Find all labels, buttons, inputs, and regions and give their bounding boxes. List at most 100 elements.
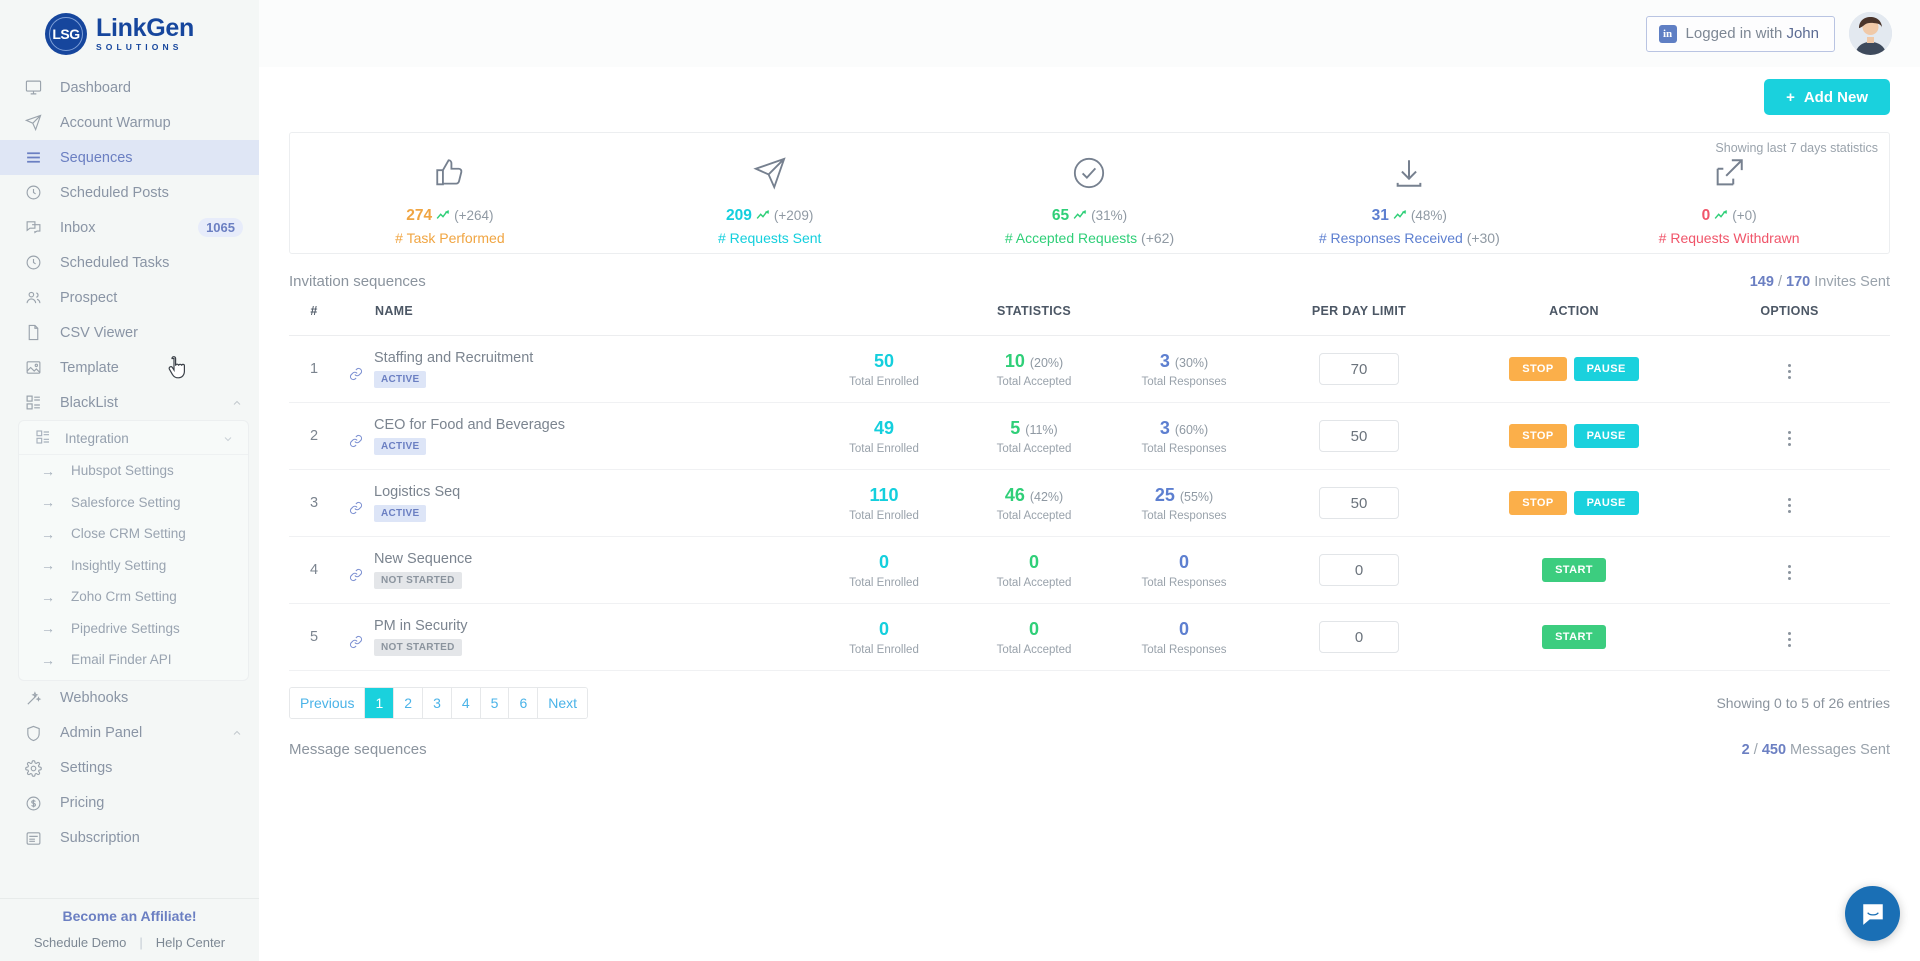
row-limit-cell [1259,335,1459,403]
row-options-menu-icon[interactable] [1783,560,1796,585]
sequence-name[interactable]: Logistics Seq [374,484,460,500]
become-affiliate-link[interactable]: Become an Affiliate! [0,908,259,924]
clock-icon [22,184,44,201]
sidebar-item-account-warmup[interactable]: Account Warmup [0,105,259,140]
sidebar-item-label: Scheduled Tasks [60,254,170,271]
sidebar-item-webhooks[interactable]: Webhooks [0,681,259,716]
sidebar-item-label: Sequences [60,149,133,166]
submenu-item-label: Hubspot Settings [71,463,174,479]
stat-mini: 0 Total Responses [1139,619,1229,656]
pagination-page-2-button[interactable]: 2 [394,688,424,718]
submenu-item-integration[interactable]: Integration [19,423,248,455]
sidebar-item-prospect[interactable]: Prospect [0,280,259,315]
pause-button[interactable]: PAUSE [1573,357,1639,381]
per-day-limit-input[interactable] [1319,353,1399,385]
brand-logo[interactable]: LSG LinkGen SOLUTIONS [0,0,259,67]
link-icon[interactable] [349,367,363,386]
sidebar-item-subscription[interactable]: Subscription [0,821,259,856]
row-options-menu-icon[interactable] [1783,627,1796,652]
sequence-name[interactable]: CEO for Food and Beverages [374,417,565,433]
row-options-menu-icon[interactable] [1783,493,1796,518]
avatar[interactable] [1849,12,1892,55]
link-icon[interactable] [349,568,363,587]
per-day-limit-input[interactable] [1319,554,1399,586]
stat-label: # Accepted Requests [1004,229,1138,246]
submenu-item-close-crm-setting[interactable]: → Close CRM Setting [19,518,248,550]
stat-mini-label: Total Accepted [996,643,1072,656]
logged-in-pill[interactable]: in Logged in with John [1645,15,1835,52]
sidebar-item-scheduled-tasks[interactable]: Scheduled Tasks [0,245,259,280]
per-day-limit-input[interactable] [1319,621,1399,653]
start-button[interactable]: START [1542,558,1606,582]
stat-mini: 25 (55%) Total Responses [1139,485,1229,522]
stat-mini-label: Total Accepted [996,509,1072,522]
submenu-item-email-finder-api[interactable]: → Email Finder API [19,644,248,676]
per-day-limit-input[interactable] [1319,420,1399,452]
sidebar-item-blacklist[interactable]: BlackList [0,385,259,420]
stop-button[interactable]: STOP [1509,491,1567,515]
trend-up-icon [756,209,770,223]
sidebar-item-inbox[interactable]: Inbox 1065 [0,210,259,245]
schedule-demo-link[interactable]: Schedule Demo [34,935,127,950]
row-name-cell: CEO for Food and Beverages ACTIVE [339,402,809,470]
sidebar-item-template[interactable]: Template [0,350,259,385]
column-header-num: # [289,304,339,336]
submenu-item-zoho-crm-setting[interactable]: → Zoho Crm Setting [19,581,248,613]
row-action-cell: STOP PAUSE [1459,469,1689,537]
sidebar-item-sequences[interactable]: Sequences [0,140,259,175]
pagination-page-1-button[interactable]: 1 [365,688,395,718]
submenu-item-pipedrive-settings[interactable]: → Pipedrive Settings [19,613,248,645]
sidebar-item-dashboard[interactable]: Dashboard [0,70,259,105]
trend-up-icon [1714,209,1728,223]
sequence-name[interactable]: Staffing and Recruitment [374,350,533,366]
link-icon[interactable] [349,434,363,453]
stop-button[interactable]: STOP [1509,424,1567,448]
submenu-item-salesforce-setting[interactable]: → Salesforce Setting [19,487,248,519]
stat-mini-value: 0 [1178,551,1189,572]
sidebar-item-label: Inbox [60,219,96,236]
row-options-menu-icon[interactable] [1783,359,1796,384]
row-options-cell [1689,402,1890,470]
wand-icon [22,690,44,707]
link-icon[interactable] [349,501,363,520]
pagination-page-5-button[interactable]: 5 [480,688,510,718]
pagination-page-6-button[interactable]: 6 [509,688,539,718]
pagination-next-button[interactable]: Next [538,688,588,718]
sidebar-item-pricing[interactable]: Pricing [0,786,259,821]
sidebar-item-scheduled-posts[interactable]: Scheduled Posts [0,175,259,210]
arrow-right-icon: → [41,651,55,668]
sequence-name[interactable]: PM in Security [374,618,467,634]
row-action-cell: STOP PAUSE [1459,402,1689,470]
sequence-name[interactable]: New Sequence [374,551,472,567]
arrow-right-icon: → [41,494,55,511]
submenu-item-insightly-setting[interactable]: → Insightly Setting [19,550,248,582]
stop-button[interactable]: STOP [1509,357,1567,381]
per-day-limit-input[interactable] [1319,487,1399,519]
table-row: 1 Staffing and Recruitment ACTIVE 50 Total E… [289,335,1890,403]
submenu-item-label: Integration [65,431,129,446]
sidebar-item-label: Subscription [60,830,140,846]
row-options-menu-icon[interactable] [1783,426,1796,451]
start-button[interactable]: START [1542,625,1606,649]
pause-button[interactable]: PAUSE [1573,424,1639,448]
stat-mini-value: 0 [1028,551,1039,572]
monitor-icon [22,79,44,96]
link-icon[interactable] [349,635,363,654]
add-new-button[interactable]: + Add New [1764,79,1890,115]
status-badge: ACTIVE [374,438,427,455]
stat-value: 274 [406,206,433,224]
sidebar-item-settings[interactable]: Settings [0,751,259,786]
sidebar-item-csv-viewer[interactable]: CSV Viewer [0,315,259,350]
submenu-item-hubspot-settings[interactable]: → Hubspot Settings [19,455,248,487]
stat-mini-label: Total Responses [1141,442,1227,455]
pagination-previous-button[interactable]: Previous [290,688,366,718]
pause-button[interactable]: PAUSE [1573,491,1639,515]
table-row: 3 Logistics Seq ACTIVE 110 Total Enrolled 46 … [289,469,1890,537]
help-center-link[interactable]: Help Center [156,935,225,950]
pagination-page-3-button[interactable]: 3 [423,688,452,718]
chat-bubble-icon[interactable] [1845,886,1900,941]
pagination-page-4-button[interactable]: 4 [451,688,481,718]
message-sequences-title: Message sequences [289,741,427,758]
sidebar-item-admin-panel[interactable]: Admin Panel [0,716,259,751]
stat-mini: 0 Total Accepted [989,619,1079,656]
